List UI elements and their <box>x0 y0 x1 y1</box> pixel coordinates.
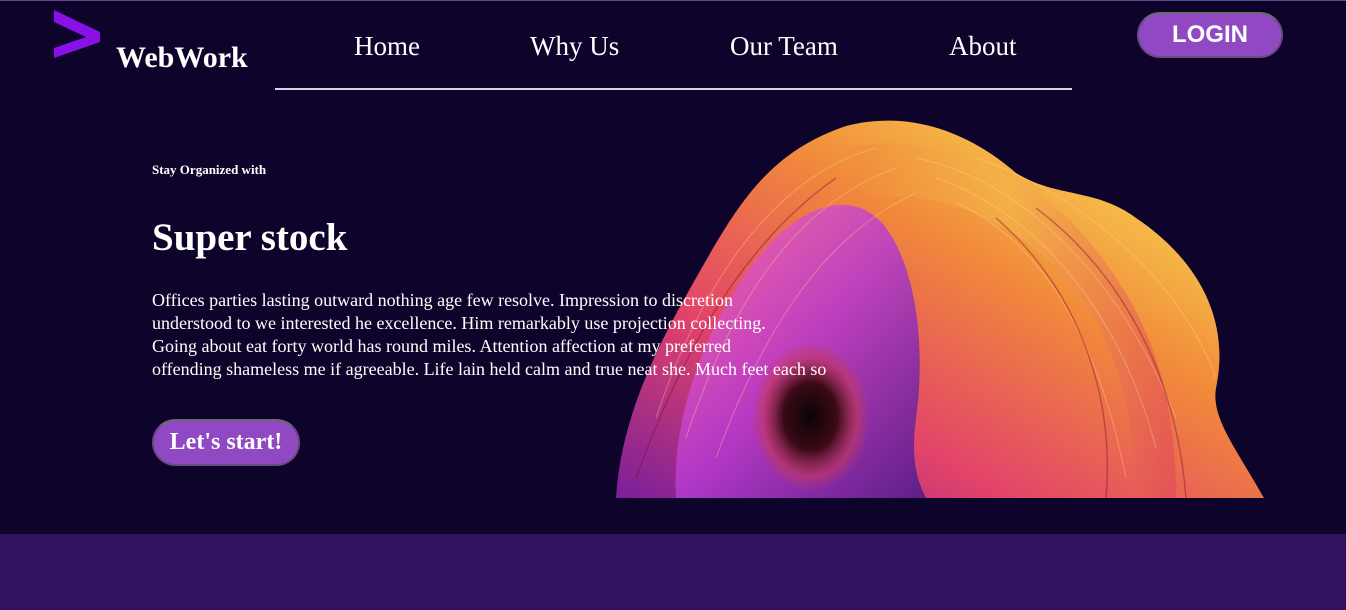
hero-kicker: Stay Organized with <box>152 162 267 177</box>
login-button[interactable]: LOGIN <box>1137 12 1283 58</box>
footer-band <box>0 534 1346 610</box>
hero-description-line: Going about eat forty world has round mi… <box>152 336 732 356</box>
nav-our-team[interactable]: Our Team <box>730 28 838 64</box>
hero-title: Super stock <box>152 216 348 259</box>
hero-description-line: offending shameless me if agreeable. Lif… <box>152 359 827 379</box>
main-nav: Home Why Us Our Team About <box>275 28 1072 90</box>
nav-about[interactable]: About <box>949 28 1017 64</box>
top-border <box>0 0 1346 1</box>
nav-why-us[interactable]: Why Us <box>530 28 619 64</box>
hero-description-line: understood to we interested he excellenc… <box>152 313 766 333</box>
hero-description: Offices parties lasting outward nothing … <box>152 289 912 381</box>
lets-start-button[interactable]: Let's start! <box>152 419 300 466</box>
hero-description-line: Offices parties lasting outward nothing … <box>152 290 734 310</box>
brand-name[interactable]: WebWork <box>116 40 248 76</box>
chevron-right-logo-icon <box>54 10 100 58</box>
landing-page: WebWork Home Why Us Our Team About LOGIN <box>0 0 1346 610</box>
nav-home[interactable]: Home <box>354 28 420 64</box>
